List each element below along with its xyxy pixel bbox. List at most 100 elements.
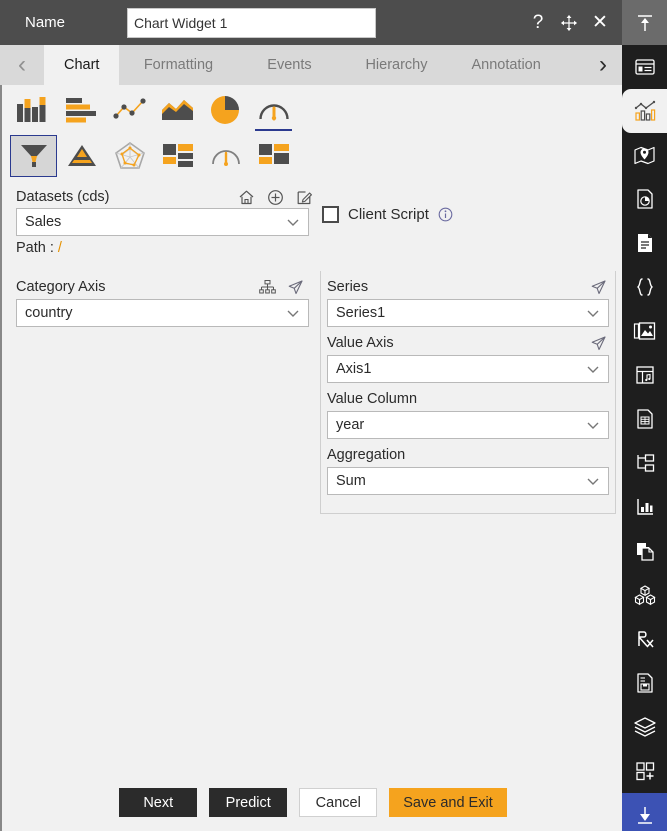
name-label: Name bbox=[25, 14, 66, 31]
send-arrow-icon[interactable] bbox=[287, 279, 304, 296]
client-script-label: Client Script bbox=[348, 206, 429, 223]
report-pie-icon[interactable] bbox=[622, 177, 667, 221]
layers-icon[interactable] bbox=[622, 705, 667, 749]
tabs-scroll-left-button[interactable]: ‹ bbox=[0, 45, 44, 85]
widget-panel-icon[interactable] bbox=[622, 45, 667, 89]
chevron-down-icon bbox=[586, 306, 600, 320]
chart-widget-dialog: Name ? ✕ bbox=[0, 0, 667, 831]
scatter-line-chart-icon[interactable] bbox=[106, 89, 153, 131]
category-axis-group: Category Axis country bbox=[16, 271, 309, 327]
analytics-icon[interactable] bbox=[622, 485, 667, 529]
funnel-chart-icon[interactable] bbox=[10, 135, 57, 177]
hierarchy-tree-icon[interactable] bbox=[259, 279, 276, 296]
value-column-group: Value Column year bbox=[327, 383, 609, 439]
chevron-down-icon bbox=[586, 362, 600, 376]
cancel-button[interactable]: Cancel bbox=[299, 788, 378, 817]
info-circle-icon[interactable] bbox=[438, 207, 453, 222]
datasets-label: Datasets (cds) bbox=[16, 189, 110, 205]
send-arrow-icon[interactable] bbox=[590, 335, 607, 352]
chevron-down-icon bbox=[286, 215, 300, 229]
gauge-chart-icon[interactable] bbox=[250, 89, 297, 131]
datasets-select[interactable]: Sales bbox=[16, 208, 309, 236]
radar-chart-icon[interactable] bbox=[106, 135, 153, 177]
add-circle-icon[interactable] bbox=[267, 189, 284, 206]
tab-bar: ‹ Chart Formatting Events Hierarchy Anno… bbox=[0, 45, 622, 85]
series-group: Series Series1 bbox=[327, 271, 609, 327]
document-icon[interactable] bbox=[622, 221, 667, 265]
tab-chart[interactable]: Chart bbox=[44, 45, 120, 85]
column-chart-icon[interactable] bbox=[10, 89, 57, 131]
download-icon[interactable] bbox=[622, 793, 667, 831]
category-axis-value: country bbox=[25, 305, 73, 321]
dataset-path-value: / bbox=[57, 240, 62, 256]
aggregation-label: Aggregation bbox=[327, 447, 406, 463]
client-script-group: Client Script bbox=[322, 206, 453, 223]
value-axis-value: Axis1 bbox=[336, 361, 372, 377]
aggregation-group: Aggregation Sum bbox=[327, 439, 609, 495]
map-widget-icon[interactable] bbox=[622, 133, 667, 177]
value-column-label: Value Column bbox=[327, 391, 418, 407]
save-and-exit-button[interactable]: Save and Exit bbox=[389, 788, 507, 817]
tab-annotation[interactable]: Annotation bbox=[451, 45, 560, 85]
table-note-icon[interactable] bbox=[622, 353, 667, 397]
edit-pencil-icon[interactable] bbox=[296, 189, 313, 206]
image-gallery-icon[interactable] bbox=[622, 309, 667, 353]
widget-name-input[interactable] bbox=[127, 7, 376, 38]
bar-chart-icon[interactable] bbox=[58, 89, 105, 131]
value-axis-group: Value Axis Axis1 bbox=[327, 327, 609, 383]
chart-widget-icon[interactable] bbox=[622, 89, 667, 133]
copy-page-icon[interactable] bbox=[622, 529, 667, 573]
saved-document-icon[interactable] bbox=[622, 661, 667, 705]
chevron-down-icon bbox=[586, 418, 600, 432]
next-button[interactable]: Next bbox=[119, 788, 198, 817]
value-column-select[interactable]: year bbox=[327, 411, 609, 439]
speedometer-chart-icon[interactable] bbox=[202, 135, 249, 177]
title-bar-actions: ? ✕ bbox=[528, 0, 610, 45]
close-x-icon[interactable]: ✕ bbox=[590, 12, 610, 34]
blocks-cubes-icon[interactable] bbox=[622, 573, 667, 617]
value-column-value: year bbox=[336, 417, 365, 433]
dataset-path-label: Path : bbox=[16, 240, 54, 256]
tab-hierarchy[interactable]: Hierarchy bbox=[341, 45, 451, 85]
area-chart-icon[interactable] bbox=[154, 89, 201, 131]
aggregation-value: Sum bbox=[336, 473, 366, 489]
series-value: Series1 bbox=[336, 305, 386, 321]
tree-structure-icon[interactable] bbox=[622, 441, 667, 485]
chevron-down-icon bbox=[286, 306, 300, 320]
tile-chart-icon[interactable] bbox=[250, 135, 297, 177]
category-axis-icons bbox=[259, 279, 304, 296]
right-tool-rail bbox=[622, 0, 667, 831]
form-document-icon[interactable] bbox=[622, 397, 667, 441]
aggregation-select[interactable]: Sum bbox=[327, 467, 609, 495]
json-braces-icon[interactable] bbox=[622, 265, 667, 309]
chart-type-row-secondary bbox=[2, 133, 622, 179]
dialog-action-bar: Next Predict Cancel Save and Exit bbox=[2, 788, 624, 817]
move-cross-icon[interactable] bbox=[559, 12, 579, 34]
datasets-action-icons bbox=[238, 189, 313, 206]
prescription-rx-icon[interactable] bbox=[622, 617, 667, 661]
tab-formatting[interactable]: Formatting bbox=[119, 45, 237, 85]
tab-events[interactable]: Events bbox=[237, 45, 341, 85]
pie-chart-icon[interactable] bbox=[202, 89, 249, 131]
send-arrow-icon[interactable] bbox=[590, 279, 607, 296]
collapse-up-icon[interactable] bbox=[622, 0, 667, 45]
home-icon[interactable] bbox=[238, 189, 255, 206]
chevron-down-icon bbox=[586, 474, 600, 488]
dialog-title-bar: Name ? ✕ bbox=[0, 0, 622, 45]
category-axis-select[interactable]: country bbox=[16, 299, 309, 327]
add-widget-grid-icon[interactable] bbox=[622, 749, 667, 793]
pyramid-chart-icon[interactable] bbox=[58, 135, 105, 177]
question-mark-icon[interactable]: ? bbox=[528, 12, 548, 34]
series-select[interactable]: Series1 bbox=[327, 299, 609, 327]
dataset-path: Path : / bbox=[16, 240, 622, 256]
client-script-checkbox[interactable] bbox=[322, 206, 339, 223]
chart-type-row-primary bbox=[2, 87, 622, 133]
datasets-section: Datasets (cds) Sales Path: / Client Scr… bbox=[2, 179, 622, 256]
treemap-chart-icon[interactable] bbox=[154, 135, 201, 177]
value-axis-select[interactable]: Axis1 bbox=[327, 355, 609, 383]
series-label: Series bbox=[327, 279, 369, 295]
series-column: Series Series1 Value Axis Axis1 Value Co… bbox=[320, 271, 616, 514]
category-axis-column: Category Axis country bbox=[16, 271, 309, 327]
tabs-scroll-right-button[interactable]: › bbox=[584, 45, 622, 85]
predict-button[interactable]: Predict bbox=[209, 788, 288, 817]
